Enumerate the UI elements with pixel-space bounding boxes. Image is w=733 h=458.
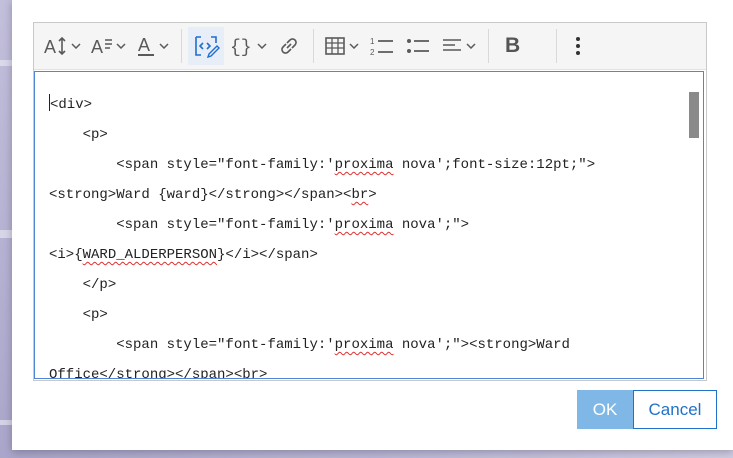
code-line: Office</strong></span><br> bbox=[49, 360, 679, 379]
code-text: }</i></span> bbox=[217, 247, 318, 263]
more-vertical-icon bbox=[573, 35, 583, 57]
code-text: <span style="font-family:' bbox=[116, 217, 335, 233]
table-icon bbox=[324, 36, 346, 56]
code-line: <p> bbox=[49, 120, 679, 150]
insert-table-button[interactable] bbox=[320, 27, 363, 65]
code-line: <span style="font-family:'proxima nova';… bbox=[49, 210, 679, 240]
bulleted-list-icon bbox=[405, 35, 431, 57]
svg-text:{}: {} bbox=[230, 38, 252, 57]
chevron-down-icon bbox=[116, 43, 126, 49]
code-text: Office</strong></span>< bbox=[49, 367, 243, 379]
code-line: <strong>Ward {ward}</strong></span><br> bbox=[49, 180, 679, 210]
font-color-icon: A bbox=[136, 35, 156, 57]
chevron-down-icon bbox=[159, 43, 169, 49]
insert-expression-button[interactable]: {} bbox=[226, 27, 271, 65]
code-text: <strong>Ward {ward}</strong></span>< bbox=[49, 187, 352, 203]
bold-icon: B bbox=[505, 34, 521, 57]
misspelled-word: proxima bbox=[334, 157, 394, 173]
ok-button[interactable]: OK bbox=[577, 390, 633, 429]
code-text: <p> bbox=[82, 307, 108, 323]
code-line: <span style="font-family:'proxima nova';… bbox=[49, 150, 679, 180]
svg-text:A: A bbox=[44, 37, 56, 57]
misspelled-word: WARD_ALDERPERSON bbox=[82, 247, 218, 263]
source-code-button[interactable] bbox=[188, 27, 224, 65]
toolbar-separator bbox=[181, 29, 182, 63]
toolbar-separator bbox=[488, 29, 489, 63]
font-size-icon: A bbox=[44, 35, 68, 57]
svg-text:A: A bbox=[91, 37, 103, 57]
code-text: <i>{ bbox=[49, 247, 83, 263]
code-text: nova';"><strong>Ward bbox=[393, 337, 570, 353]
code-text: <div> bbox=[50, 97, 93, 113]
bold-button[interactable]: B bbox=[495, 27, 530, 65]
paragraph-format-button[interactable]: A bbox=[87, 27, 130, 65]
scrollbar-track[interactable] bbox=[689, 86, 699, 371]
code-line: </p> bbox=[49, 270, 679, 300]
code-text: nova';font-size:12pt;"> bbox=[393, 157, 596, 173]
paragraph-format-icon: A bbox=[91, 35, 113, 57]
cancel-button[interactable]: Cancel bbox=[633, 390, 717, 429]
editor-toolbar: A A A {} 1 2 B bbox=[34, 23, 706, 70]
code-text: <span style="font-family:' bbox=[116, 337, 335, 353]
chevron-down-icon bbox=[466, 43, 476, 49]
code-lines: <div> <p> <span style="font-family:'prox… bbox=[49, 90, 679, 379]
align-left-icon bbox=[441, 36, 463, 56]
misspelled-word: proxima bbox=[334, 217, 394, 233]
numbered-list-icon: 12 bbox=[369, 35, 395, 57]
code-text: > bbox=[368, 187, 377, 203]
code-line: <i>{WARD_ALDERPERSON}</i></span> bbox=[49, 240, 679, 270]
code-text: <p> bbox=[82, 127, 108, 143]
source-code-icon bbox=[192, 34, 220, 58]
svg-text:1: 1 bbox=[370, 37, 375, 46]
toolbar-separator bbox=[556, 29, 558, 63]
misspelled-word: br bbox=[351, 187, 369, 203]
source-code-editor[interactable]: <div> <p> <span style="font-family:'prox… bbox=[34, 71, 704, 379]
bulleted-list-button[interactable] bbox=[401, 27, 435, 65]
chevron-down-icon bbox=[257, 43, 267, 49]
code-line: <p> bbox=[49, 300, 679, 330]
font-size-button[interactable]: A bbox=[40, 27, 85, 65]
svg-text:A: A bbox=[138, 35, 150, 55]
code-line: <div> bbox=[49, 90, 679, 120]
font-color-button[interactable]: A bbox=[132, 27, 173, 65]
more-options-button[interactable] bbox=[569, 27, 587, 65]
code-text: <span style="font-family:' bbox=[116, 157, 335, 173]
code-text: > bbox=[259, 367, 268, 379]
scrollbar-thumb[interactable] bbox=[689, 92, 699, 138]
insert-link-button[interactable] bbox=[273, 27, 305, 65]
chevron-down-icon bbox=[71, 43, 81, 49]
rich-text-editor: A A A {} 1 2 B <div> <p> <span style="fo… bbox=[33, 22, 707, 381]
chevron-down-icon bbox=[349, 43, 359, 49]
code-text: nova';"> bbox=[393, 217, 470, 233]
html-editor-dialog: A A A {} 1 2 B <div> <p> <span style="fo… bbox=[12, 0, 733, 450]
curly-braces-icon: {} bbox=[230, 35, 254, 57]
numbered-list-button[interactable]: 12 bbox=[365, 27, 399, 65]
align-button[interactable] bbox=[437, 27, 480, 65]
misspelled-word: br bbox=[242, 367, 260, 379]
code-line: <span style="font-family:'proxima nova';… bbox=[49, 330, 679, 360]
toolbar-separator bbox=[313, 29, 314, 63]
link-icon bbox=[277, 35, 301, 57]
misspelled-word: proxima bbox=[334, 337, 394, 353]
code-text: </p> bbox=[82, 277, 117, 293]
svg-text:2: 2 bbox=[370, 48, 375, 57]
